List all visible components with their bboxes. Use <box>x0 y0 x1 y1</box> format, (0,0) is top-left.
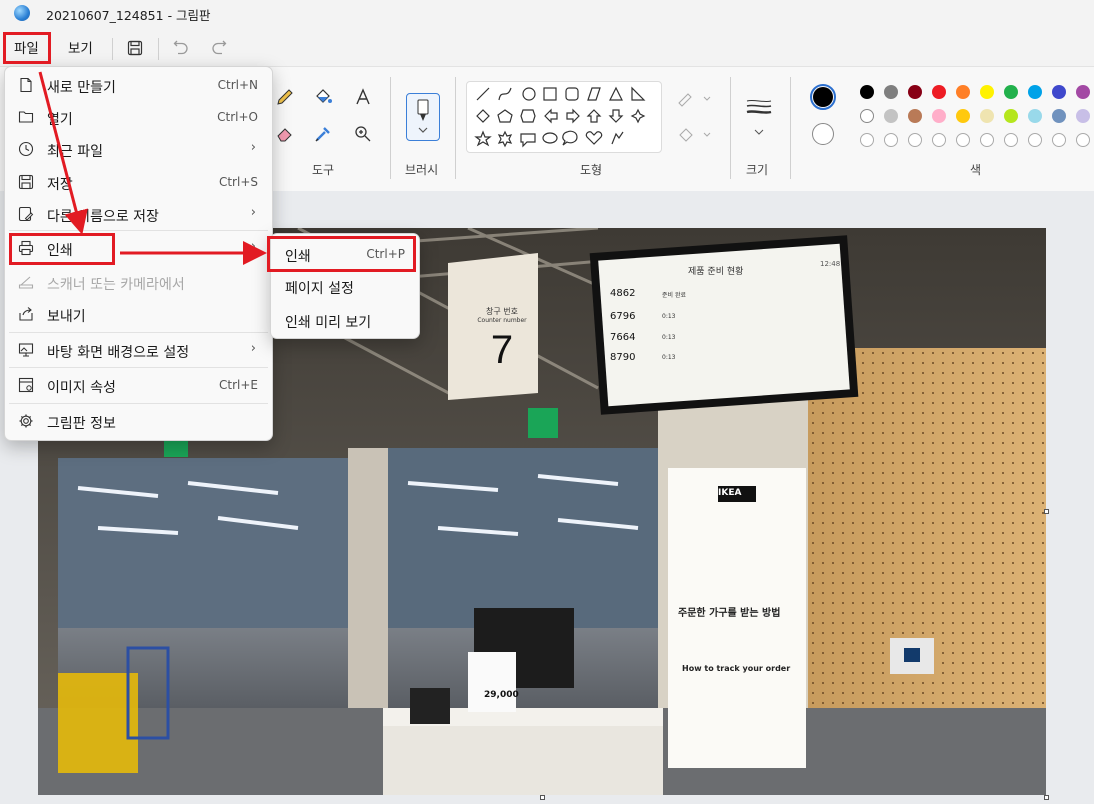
annotation-arrows <box>38 71 267 265</box>
